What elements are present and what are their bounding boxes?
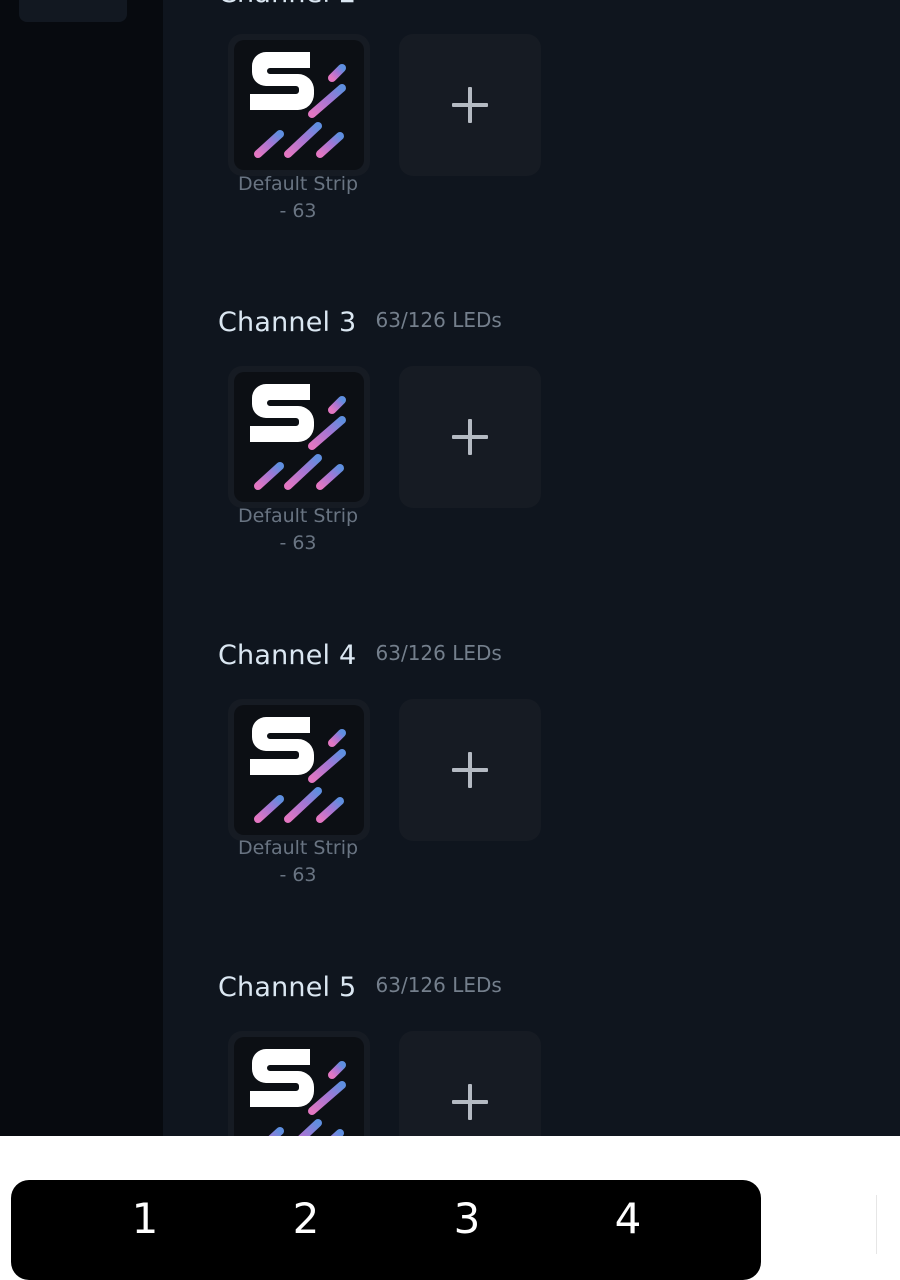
add-strip-button[interactable] bbox=[399, 34, 541, 176]
sidebar bbox=[0, 0, 163, 1136]
tab-bar: 1 2 3 4 bbox=[11, 1180, 761, 1280]
strip-logo-icon bbox=[234, 372, 364, 502]
strip-label: Default Strip - 63 bbox=[218, 835, 378, 889]
channel-header: Channel 2 bbox=[218, 0, 370, 14]
channel-header: Channel 3 63/126 LEDs bbox=[218, 307, 502, 343]
strip-label: Default Strip - 63 bbox=[218, 171, 378, 225]
strip-count: - 63 bbox=[279, 864, 317, 886]
strip-logo-icon bbox=[234, 705, 364, 835]
channel-led-count: 63/126 LEDs bbox=[375, 641, 502, 665]
channel-header: Channel 5 63/126 LEDs bbox=[218, 972, 502, 1008]
channel-title: Channel 4 bbox=[218, 640, 357, 671]
strip-logo-icon bbox=[234, 1037, 364, 1136]
tab-1[interactable]: 1 bbox=[115, 1194, 175, 1243]
tab-3[interactable]: 3 bbox=[437, 1194, 497, 1243]
add-strip-button[interactable] bbox=[399, 699, 541, 841]
channel-title: Channel 5 bbox=[218, 972, 357, 1003]
plus-icon bbox=[452, 419, 488, 455]
channel-title: Channel 2 bbox=[218, 0, 356, 9]
strip-name: Default Strip bbox=[237, 505, 359, 527]
channel-led-count: 63/126 LEDs bbox=[375, 308, 502, 332]
strip-tile[interactable] bbox=[228, 34, 370, 176]
strip-count: - 63 bbox=[279, 532, 317, 554]
strip-label: Default Strip - 63 bbox=[218, 503, 378, 557]
tab-2[interactable]: 2 bbox=[276, 1194, 336, 1243]
strip-tile[interactable] bbox=[228, 366, 370, 508]
plus-icon bbox=[452, 87, 488, 123]
channel-title: Channel 3 bbox=[218, 307, 357, 338]
divider bbox=[876, 1195, 877, 1254]
add-strip-button[interactable] bbox=[399, 366, 541, 508]
strip-logo-icon bbox=[234, 40, 364, 170]
app-window: Channel 2 Default Strip - 63 Channel 3 6… bbox=[0, 0, 900, 1136]
plus-icon bbox=[452, 1084, 488, 1120]
plus-icon bbox=[452, 752, 488, 788]
channel-header: Channel 4 63/126 LEDs bbox=[218, 640, 502, 676]
strip-name: Default Strip bbox=[237, 837, 359, 859]
strip-tile[interactable] bbox=[228, 699, 370, 841]
strip-name: Default Strip bbox=[237, 173, 359, 195]
tab-4[interactable]: 4 bbox=[598, 1194, 658, 1243]
add-strip-button[interactable] bbox=[399, 1031, 541, 1136]
channel-led-count: 63/126 LEDs bbox=[375, 973, 502, 997]
menu-button[interactable] bbox=[19, 0, 127, 22]
strip-tile[interactable] bbox=[228, 1031, 370, 1136]
strip-count: - 63 bbox=[279, 200, 317, 222]
